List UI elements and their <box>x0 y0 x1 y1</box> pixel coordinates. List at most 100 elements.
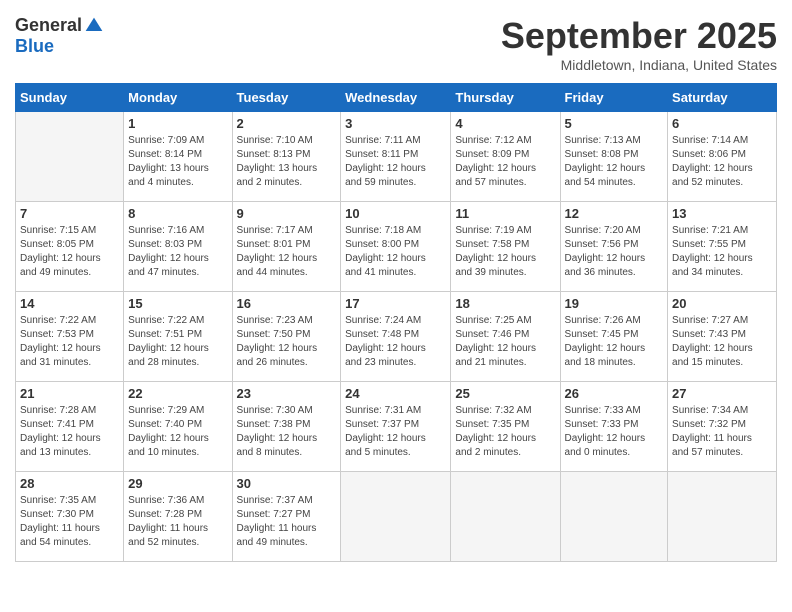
day-number: 2 <box>237 116 337 131</box>
calendar-cell: 22Sunrise: 7:29 AM Sunset: 7:40 PM Dayli… <box>124 382 232 472</box>
calendar-cell: 8 Sunrise: 7:16 AM Sunset: 8:03 PM Daylig… <box>124 202 232 292</box>
day-info: Sunrise: 7:33 AM Sunset: 7:33 PM Dayligh… <box>565 404 664 460</box>
day-number: 16 <box>237 296 337 311</box>
day-number: 7 <box>20 206 119 221</box>
day-number: 27 <box>672 386 772 401</box>
day-info: Sunrise: 7:09 AM Sunset: 8:14 PM Dayligh… <box>128 134 227 190</box>
day-info: Sunrise: 7:22 AM Sunset: 7:53 PM Dayligh… <box>20 314 119 370</box>
calendar-cell: 28Sunrise: 7:35 AM Sunset: 7:30 PM Dayli… <box>16 472 124 562</box>
day-number: 5 <box>565 116 664 131</box>
day-info: Sunrise: 7:37 AM Sunset: 7:27 PM Dayligh… <box>237 494 337 550</box>
calendar-cell: 25 Sunrise: 7:32 AM Sunset: 7:35 PM Dayli… <box>451 382 560 472</box>
day-number: 6 <box>672 116 772 131</box>
calendar-week-row: 7 Sunrise: 7:15 AM Sunset: 8:05 PM Daylig… <box>16 202 777 292</box>
day-number: 10 <box>345 206 446 221</box>
day-info: Sunrise: 7:18 AM Sunset: 8:00 PM Dayligh… <box>345 224 446 280</box>
day-info: Sunrise: 7:22 AM Sunset: 7:51 PM Dayligh… <box>128 314 227 370</box>
location-text: Middletown, Indiana, United States <box>501 57 777 73</box>
day-number: 24 <box>345 386 446 401</box>
day-number: 12 <box>565 206 664 221</box>
day-info: Sunrise: 7:16 AM Sunset: 8:03 PM Dayligh… <box>128 224 227 280</box>
calendar-week-row: 21 Sunrise: 7:28 AM Sunset: 7:41 PM Dayli… <box>16 382 777 472</box>
calendar-cell: 5Sunrise: 7:13 AM Sunset: 8:08 PM Daylig… <box>560 112 668 202</box>
calendar-cell: 20Sunrise: 7:27 AM Sunset: 7:43 PM Dayli… <box>668 292 777 382</box>
day-of-week-header: Monday <box>124 84 232 112</box>
day-info: Sunrise: 7:15 AM Sunset: 8:05 PM Dayligh… <box>20 224 119 280</box>
calendar-cell <box>560 472 668 562</box>
calendar-cell: 9Sunrise: 7:17 AM Sunset: 8:01 PM Daylig… <box>232 202 341 292</box>
calendar-cell <box>341 472 451 562</box>
day-number: 29 <box>128 476 227 491</box>
day-info: Sunrise: 7:32 AM Sunset: 7:35 PM Dayligh… <box>455 404 555 460</box>
day-number: 14 <box>20 296 119 311</box>
calendar-cell: 2 Sunrise: 7:10 AM Sunset: 8:13 PM Daylig… <box>232 112 341 202</box>
day-info: Sunrise: 7:23 AM Sunset: 7:50 PM Dayligh… <box>237 314 337 370</box>
calendar-cell: 11 Sunrise: 7:19 AM Sunset: 7:58 PM Dayli… <box>451 202 560 292</box>
calendar-cell: 24 Sunrise: 7:31 AM Sunset: 7:37 PM Dayli… <box>341 382 451 472</box>
day-number: 25 <box>455 386 555 401</box>
day-number: 21 <box>20 386 119 401</box>
calendar-cell: 10 Sunrise: 7:18 AM Sunset: 8:00 PM Dayli… <box>341 202 451 292</box>
calendar-cell <box>451 472 560 562</box>
calendar-body: 1 Sunrise: 7:09 AM Sunset: 8:14 PM Daylig… <box>16 112 777 562</box>
day-number: 18 <box>455 296 555 311</box>
calendar-cell: 27 Sunrise: 7:34 AM Sunset: 7:32 PM Dayli… <box>668 382 777 472</box>
calendar-cell <box>668 472 777 562</box>
day-info: Sunrise: 7:36 AM Sunset: 7:28 PM Dayligh… <box>128 494 227 550</box>
day-number: 11 <box>455 206 555 221</box>
day-info: Sunrise: 7:27 AM Sunset: 7:43 PM Dayligh… <box>672 314 772 370</box>
day-info: Sunrise: 7:19 AM Sunset: 7:58 PM Dayligh… <box>455 224 555 280</box>
day-info: Sunrise: 7:10 AM Sunset: 8:13 PM Dayligh… <box>237 134 337 190</box>
calendar-cell: 17 Sunrise: 7:24 AM Sunset: 7:48 PM Dayli… <box>341 292 451 382</box>
calendar-cell: 6 Sunrise: 7:14 AM Sunset: 8:06 PM Daylig… <box>668 112 777 202</box>
day-number: 3 <box>345 116 446 131</box>
calendar-cell: 21 Sunrise: 7:28 AM Sunset: 7:41 PM Dayli… <box>16 382 124 472</box>
day-number: 4 <box>455 116 555 131</box>
day-of-week-header: Wednesday <box>341 84 451 112</box>
logo: General Blue <box>15 15 104 57</box>
day-number: 22 <box>128 386 227 401</box>
day-info: Sunrise: 7:24 AM Sunset: 7:48 PM Dayligh… <box>345 314 446 370</box>
day-number: 28 <box>20 476 119 491</box>
calendar-cell: 13 Sunrise: 7:21 AM Sunset: 7:55 PM Dayli… <box>668 202 777 292</box>
day-info: Sunrise: 7:20 AM Sunset: 7:56 PM Dayligh… <box>565 224 664 280</box>
calendar-week-row: 1 Sunrise: 7:09 AM Sunset: 8:14 PM Daylig… <box>16 112 777 202</box>
day-info: Sunrise: 7:30 AM Sunset: 7:38 PM Dayligh… <box>237 404 337 460</box>
day-of-week-header: Tuesday <box>232 84 341 112</box>
calendar-cell: 18Sunrise: 7:25 AM Sunset: 7:46 PM Dayli… <box>451 292 560 382</box>
day-number: 13 <box>672 206 772 221</box>
day-info: Sunrise: 7:31 AM Sunset: 7:37 PM Dayligh… <box>345 404 446 460</box>
day-of-week-header: Saturday <box>668 84 777 112</box>
calendar-header: SundayMondayTuesdayWednesdayThursdayFrid… <box>16 84 777 112</box>
day-number: 9 <box>237 206 337 221</box>
calendar-cell: 15Sunrise: 7:22 AM Sunset: 7:51 PM Dayli… <box>124 292 232 382</box>
day-number: 30 <box>237 476 337 491</box>
day-number: 19 <box>565 296 664 311</box>
logo-icon <box>84 16 104 36</box>
calendar-cell: 29 Sunrise: 7:36 AM Sunset: 7:28 PM Dayli… <box>124 472 232 562</box>
calendar-cell: 4 Sunrise: 7:12 AM Sunset: 8:09 PM Daylig… <box>451 112 560 202</box>
day-info: Sunrise: 7:21 AM Sunset: 7:55 PM Dayligh… <box>672 224 772 280</box>
calendar-cell: 30 Sunrise: 7:37 AM Sunset: 7:27 PM Dayli… <box>232 472 341 562</box>
day-info: Sunrise: 7:34 AM Sunset: 7:32 PM Dayligh… <box>672 404 772 460</box>
calendar-cell: 7 Sunrise: 7:15 AM Sunset: 8:05 PM Daylig… <box>16 202 124 292</box>
calendar-cell: 3 Sunrise: 7:11 AM Sunset: 8:11 PM Daylig… <box>341 112 451 202</box>
title-section: September 2025 Middletown, Indiana, Unit… <box>501 15 777 73</box>
day-number: 17 <box>345 296 446 311</box>
calendar-cell: 1 Sunrise: 7:09 AM Sunset: 8:14 PM Daylig… <box>124 112 232 202</box>
calendar-week-row: 14 Sunrise: 7:22 AM Sunset: 7:53 PM Dayli… <box>16 292 777 382</box>
calendar-cell: 23Sunrise: 7:30 AM Sunset: 7:38 PM Dayli… <box>232 382 341 472</box>
calendar-cell: 12 Sunrise: 7:20 AM Sunset: 7:56 PM Dayli… <box>560 202 668 292</box>
day-of-week-header: Thursday <box>451 84 560 112</box>
day-info: Sunrise: 7:12 AM Sunset: 8:09 PM Dayligh… <box>455 134 555 190</box>
day-info: Sunrise: 7:28 AM Sunset: 7:41 PM Dayligh… <box>20 404 119 460</box>
logo-general-text: General <box>15 15 82 36</box>
day-info: Sunrise: 7:14 AM Sunset: 8:06 PM Dayligh… <box>672 134 772 190</box>
day-number: 1 <box>128 116 227 131</box>
calendar-cell: 19Sunrise: 7:26 AM Sunset: 7:45 PM Dayli… <box>560 292 668 382</box>
day-of-week-header: Friday <box>560 84 668 112</box>
calendar-cell <box>16 112 124 202</box>
day-number: 8 <box>128 206 227 221</box>
day-number: 26 <box>565 386 664 401</box>
day-info: Sunrise: 7:11 AM Sunset: 8:11 PM Dayligh… <box>345 134 446 190</box>
